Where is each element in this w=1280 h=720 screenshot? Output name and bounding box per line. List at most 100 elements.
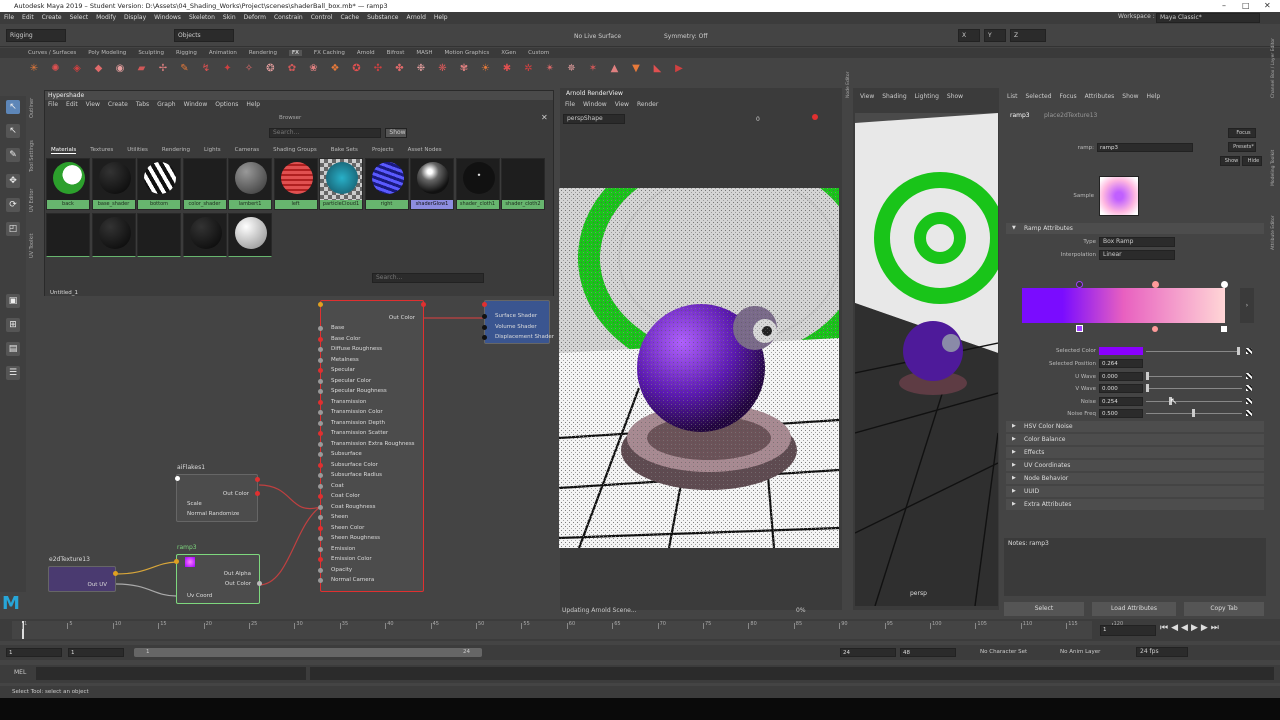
- menu-create[interactable]: Create: [42, 14, 62, 21]
- close-icon[interactable]: ✕: [1264, 0, 1271, 11]
- paint-select-icon[interactable]: ✎: [6, 148, 20, 162]
- shelf-tool-21-icon[interactable]: ☀: [480, 63, 492, 75]
- noise-freq-map-icon[interactable]: [1246, 410, 1252, 416]
- shelf-tool-16-icon[interactable]: ✣: [372, 63, 384, 75]
- aiflakes-in-port[interactable]: [175, 476, 180, 481]
- vwave-field[interactable]: 0.000: [1099, 384, 1143, 393]
- modeling-toolkit-side-tab[interactable]: Modeling Toolkit: [1271, 150, 1276, 186]
- copy-tab-button[interactable]: Copy Tab: [1184, 602, 1264, 616]
- vwave-map-icon[interactable]: [1246, 385, 1252, 391]
- hsmenu-tabs[interactable]: Tabs: [136, 101, 149, 108]
- uv-toolkit-side-tab[interactable]: UV Toolkit: [29, 233, 35, 258]
- aemenu-list[interactable]: List: [1007, 93, 1018, 100]
- material-tab-asset-nodes[interactable]: Asset Nodes: [408, 147, 442, 153]
- y-field[interactable]: Y: [984, 29, 1006, 42]
- browser-search-input[interactable]: Search...: [269, 128, 381, 138]
- tool-settings-side-tab[interactable]: Tool Settings: [29, 140, 35, 172]
- hsmenu-graph[interactable]: Graph: [157, 101, 175, 108]
- node-editor-side-tab[interactable]: Node Editor: [846, 72, 851, 99]
- standard-attr-port[interactable]: [318, 546, 323, 552]
- playback-end-field[interactable]: 24: [840, 648, 896, 657]
- uwave-map-icon[interactable]: [1246, 373, 1252, 379]
- hsmenu-view[interactable]: View: [86, 101, 100, 108]
- shelf-tool-28-icon[interactable]: ▼: [630, 63, 642, 75]
- standard-surface-node[interactable]: Out Color Base Base Color Diffuse Roughnes…: [318, 300, 426, 592]
- hsmenu-window[interactable]: Window: [184, 101, 208, 108]
- ae-tab-place2d[interactable]: place2dTexture13: [1044, 112, 1097, 119]
- time-slider[interactable]: 1 5 10 15 20 25 30 35 40 45 50 55 60 65 70 75 80 85 90 95 10…: [0, 619, 1280, 641]
- render-image[interactable]: [559, 188, 839, 548]
- notes-area[interactable]: Notes: ramp3: [1004, 538, 1266, 596]
- live-surface-label[interactable]: No Live Surface: [574, 33, 621, 40]
- standard-attr-port[interactable]: [318, 389, 323, 394]
- shelf-tool-3-icon[interactable]: ◆: [93, 63, 105, 75]
- material-tab-lights[interactable]: Lights: [204, 147, 221, 153]
- menu-set-select[interactable]: Rigging: [6, 29, 66, 42]
- select-tool-icon[interactable]: ↖: [6, 100, 20, 114]
- ramp-expand-icon[interactable]: ›: [1240, 288, 1254, 323]
- shelf-tab-9[interactable]: Bifrost: [387, 50, 405, 56]
- standard-attr-port[interactable]: [318, 557, 323, 562]
- minimize-icon[interactable]: –: [1222, 0, 1226, 11]
- aemenu-focus[interactable]: Focus: [1060, 93, 1077, 100]
- section-hsv-color-noise[interactable]: ▶ HSV Color Noise: [1006, 421, 1264, 432]
- uwave-slider[interactable]: [1146, 376, 1242, 377]
- shelf-tool-25-icon[interactable]: ✵: [566, 63, 578, 75]
- material-tab-rendering[interactable]: Rendering: [162, 147, 190, 153]
- two-pane-icon[interactable]: ▤: [6, 342, 20, 356]
- playback-controls[interactable]: ⏮◀◀▶▶⏭: [1160, 623, 1222, 633]
- x-field[interactable]: X: [958, 29, 980, 42]
- material-swatch-row2-4[interactable]: [228, 213, 272, 257]
- shelf-tool-22-icon[interactable]: ✱: [501, 63, 513, 75]
- rvmenu-render[interactable]: Render: [637, 101, 658, 108]
- section-uv-coordinates[interactable]: ▶ UV Coordinates: [1006, 460, 1264, 471]
- vwave-slider-knob[interactable]: [1146, 384, 1149, 392]
- shelf-tab-5[interactable]: Rendering: [249, 50, 277, 56]
- shelf-tool-17-icon[interactable]: ✤: [394, 63, 406, 75]
- ramp-attributes-header[interactable]: ▼ Ramp Attributes: [1006, 223, 1264, 234]
- lasso-tool-icon[interactable]: ↖: [6, 124, 20, 138]
- uwave-slider-knob[interactable]: [1146, 372, 1149, 380]
- four-pane-icon[interactable]: ⊞: [6, 318, 20, 332]
- noise-freq-field[interactable]: 0.500: [1099, 409, 1143, 418]
- standard-attr-port[interactable]: [318, 441, 323, 447]
- menu-control[interactable]: Control: [311, 14, 333, 21]
- material-swatch-right[interactable]: right: [364, 158, 409, 210]
- scale-tool-icon[interactable]: ◰: [6, 222, 20, 236]
- maximize-icon[interactable]: □: [1242, 0, 1250, 11]
- standard-attr-port[interactable]: [318, 536, 323, 541]
- material-swatch-shader-cloth2[interactable]: shader_cloth2: [501, 158, 545, 210]
- standard-attr-port[interactable]: [318, 431, 323, 436]
- ramp-handle-1[interactable]: [1076, 281, 1083, 288]
- menu-display[interactable]: Display: [124, 14, 146, 21]
- shelf-tool-0-icon[interactable]: ✳: [28, 63, 40, 75]
- standard-attr-port[interactable]: [318, 567, 323, 573]
- material-swatch-row2-2[interactable]: [137, 213, 181, 257]
- sg-attr-port[interactable]: [482, 335, 487, 340]
- menu-arnold[interactable]: Arnold: [406, 14, 425, 21]
- ramp-node[interactable]: ramp3 Out Alpha Out Color Uv Coord: [174, 544, 262, 604]
- hsmenu-help[interactable]: Help: [246, 101, 260, 108]
- menu-skeleton[interactable]: Skeleton: [189, 14, 215, 21]
- uv-editor-side-tab[interactable]: UV Editor: [29, 189, 35, 212]
- section-effects[interactable]: ▶ Effects: [1006, 447, 1264, 458]
- attribute-editor-side-tab[interactable]: Attribute Editor: [1271, 215, 1276, 250]
- render-stop-icon[interactable]: [812, 114, 818, 120]
- character-set-label[interactable]: No Character Set: [980, 649, 1027, 655]
- selected-color-slider[interactable]: [1146, 351, 1238, 352]
- shelf-tab-0[interactable]: Curves / Surfaces: [28, 50, 76, 56]
- command-input[interactable]: [36, 667, 306, 680]
- shelf-tool-9-icon[interactable]: ✦: [222, 63, 234, 75]
- shelf-tool-8-icon[interactable]: ↯: [200, 63, 212, 75]
- standard-out-port[interactable]: [421, 302, 426, 307]
- material-swatch-left[interactable]: left: [273, 158, 318, 210]
- show-ae-button[interactable]: Show: [1220, 156, 1240, 166]
- standard-attr-port[interactable]: [318, 368, 323, 373]
- standard-attr-port[interactable]: [318, 357, 323, 363]
- ramp-handle-2[interactable]: [1152, 281, 1159, 288]
- sg-in-port[interactable]: [482, 302, 487, 307]
- standard-attr-port[interactable]: [318, 483, 323, 489]
- uwave-field[interactable]: 0.000: [1099, 372, 1143, 381]
- section-node-behavior[interactable]: ▶ Node Behavior: [1006, 473, 1264, 484]
- ramp-handle-4[interactable]: [1076, 325, 1083, 332]
